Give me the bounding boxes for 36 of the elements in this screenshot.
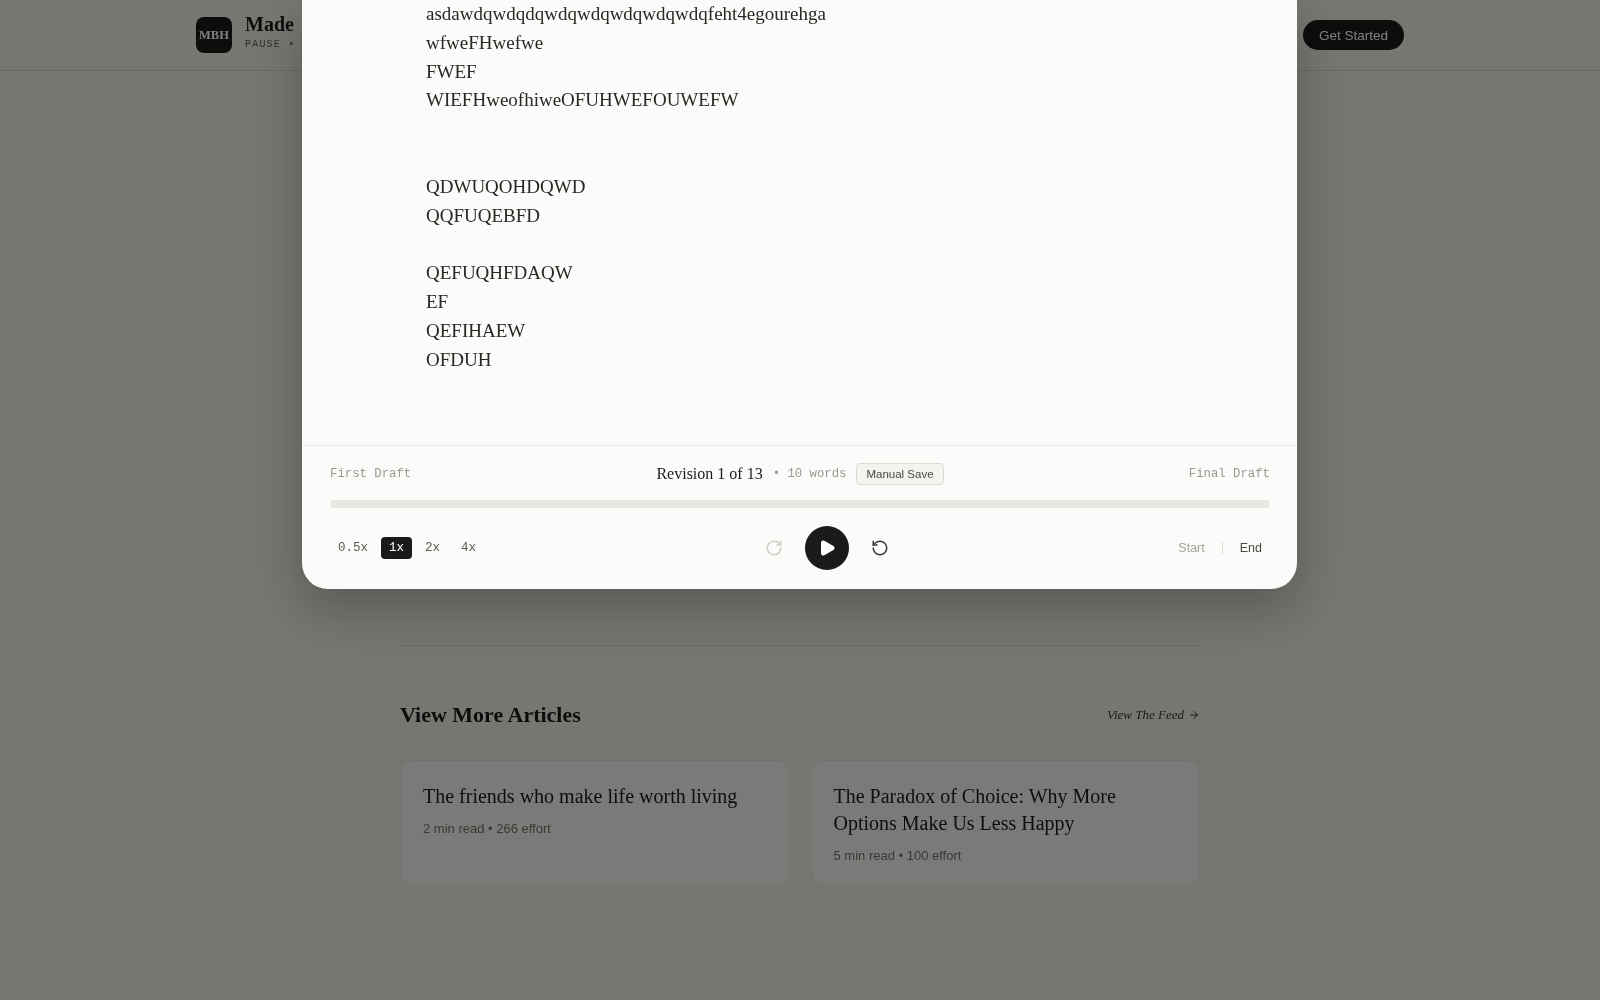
article-meta: 2 min read • 266 effort (423, 820, 552, 838)
document-line: QEFUQHFDAQW (426, 261, 573, 286)
get-started-button[interactable]: Get Started (1302, 20, 1404, 50)
article-title: The Paradox of Choice: Why More Options Make Us Less Happy (833, 784, 1117, 837)
document-line: EF (426, 289, 449, 314)
jump-button[interactable]: End (1231, 537, 1270, 559)
speed-button[interactable]: 4x (453, 537, 485, 559)
document-line: asdawdqwdqdqwdqwdqwdqwdqwdqfeht4egourehga (426, 2, 826, 26)
play-icon (818, 539, 837, 557)
article-title: The friends who make life worth living (423, 784, 739, 810)
article-meta: 5 min read • 100 effort (833, 847, 963, 865)
arrow-right-icon (1188, 709, 1200, 721)
tagline: PAUSE • (245, 39, 296, 51)
speed-button[interactable]: 1x (381, 537, 413, 559)
speed-button[interactable]: 2x (417, 537, 449, 559)
section-heading: View More Articles (400, 702, 581, 728)
speed-button[interactable]: 0.5x (330, 537, 376, 559)
site-name: Made (245, 13, 295, 35)
article-card[interactable]: The Paradox of Choice: Why More Options Make Us Less Happy 5 min read • 100 effort (810, 760, 1200, 885)
document-line: WIEFHweofhiweOFUHWEFOUWEFW (426, 88, 739, 113)
document-line: QQFUQEBFD (426, 203, 541, 228)
save-badge: Manual Save (856, 463, 944, 485)
track-end-label: Final Draft (1188, 467, 1270, 481)
rotate-counterclockwise-icon[interactable] (871, 539, 890, 557)
document-line: FWEF (426, 59, 477, 84)
document-line: wfweFHwefwe (426, 30, 544, 55)
track-start-label: First Draft (330, 467, 412, 481)
document-line: QEFIHAEW (426, 318, 526, 343)
view-feed-link[interactable]: View The Feed (1107, 707, 1200, 723)
document-line: QDWUQOHDQWD (426, 174, 586, 199)
revision-label: Revision 1 of 13 (656, 465, 763, 483)
word-count: • 10 words (772, 467, 847, 481)
logo[interactable]: MBH (196, 17, 232, 53)
article-card[interactable]: The friends who make life worth living 2 min read • 266 effort (400, 760, 790, 885)
play-button[interactable] (805, 526, 850, 570)
document-line: OFDUH (426, 347, 492, 372)
